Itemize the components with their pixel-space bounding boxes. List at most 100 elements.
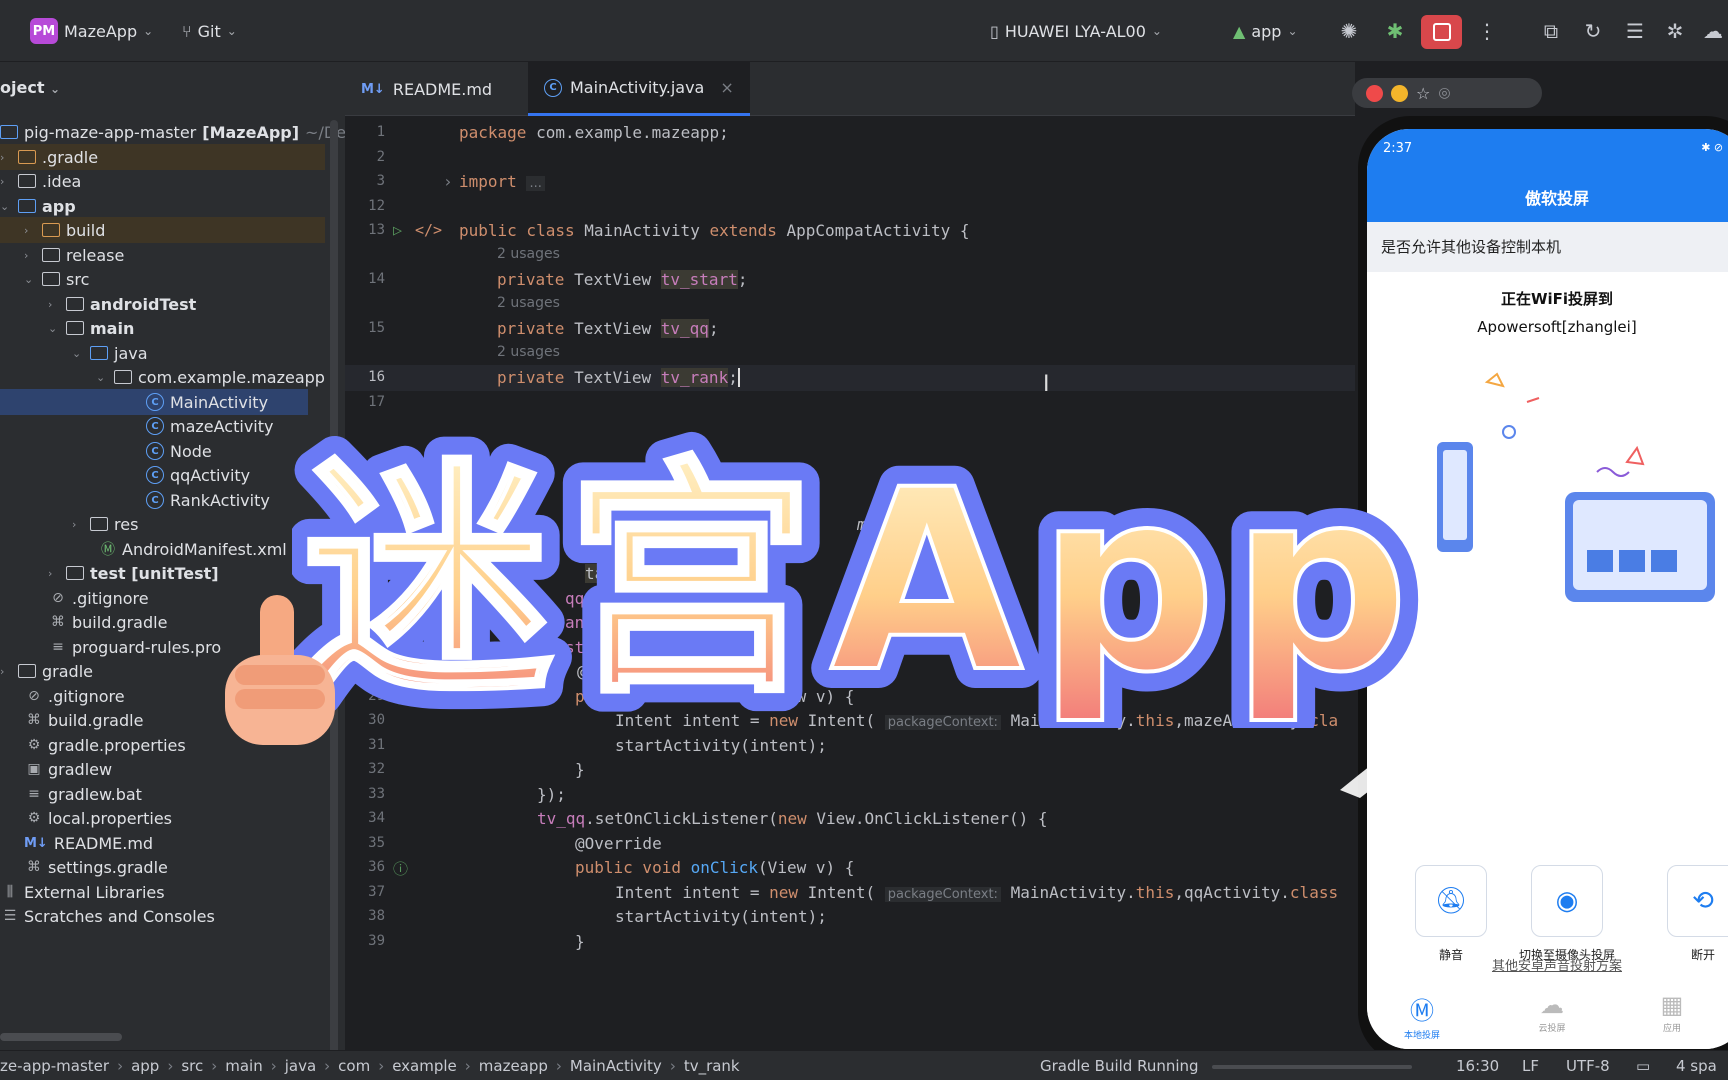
tree-item-rankactivity[interactable]: C RankActivity: [146, 487, 270, 513]
horizontal-scrollbar[interactable]: [0, 1033, 122, 1041]
tree-item-root-build-gradle[interactable]: ⌘ build.gradle: [26, 707, 143, 733]
usages-hint[interactable]: 2 usages: [345, 341, 1355, 367]
breadcrumb-item[interactable]: com: [338, 1057, 370, 1075]
close-window-icon[interactable]: [1366, 84, 1383, 102]
device-selector[interactable]: ▯ HUAWEI LYA-AL00 ⌄: [990, 16, 1162, 46]
breadcrumb-item[interactable]: tv_rank: [684, 1057, 740, 1075]
project-view-selector[interactable]: oject ⌄: [0, 78, 60, 97]
nav-apps[interactable]: ▦ 应用: [1637, 991, 1707, 1034]
tree-item-idea[interactable]: › .idea: [0, 168, 81, 194]
tree-item-readme[interactable]: M↓ README.md: [24, 830, 153, 856]
nav-cloud-cast[interactable]: ☁ 云投屏: [1517, 991, 1587, 1034]
bug-icon[interactable]: ✲: [1662, 18, 1688, 44]
vcs-menu[interactable]: ⑂ Git ⌄: [182, 16, 237, 46]
terminal-file-icon: ▣: [27, 761, 41, 777]
tree-item-main[interactable]: ⌄ main: [48, 315, 134, 341]
folder-icon: [66, 566, 84, 580]
file-encoding[interactable]: UTF-8: [1566, 1057, 1610, 1075]
tree-item-label: gradle.properties: [48, 735, 186, 755]
mute-button[interactable]: 🔕︎: [1415, 865, 1487, 937]
tree-item-build[interactable]: › build: [0, 217, 325, 243]
tree-item-scratches[interactable]: ☰ Scratches and Consoles: [2, 903, 215, 929]
breadcrumb-item[interactable]: ze-app-master: [0, 1057, 109, 1075]
disconnect-button[interactable]: ⟲: [1667, 865, 1728, 937]
tree-item-src[interactable]: ⌄ src: [24, 266, 89, 292]
run-gutter-icon[interactable]: ▷: [393, 221, 402, 239]
tree-item-manifest[interactable]: Ⓜ AndroidManifest.xml: [100, 536, 287, 562]
pin-icon[interactable]: ☆: [1416, 84, 1430, 103]
breadcrumb-item[interactable]: example: [392, 1057, 457, 1075]
phone-clock: 2:37: [1383, 141, 1413, 156]
breadcrumb-item[interactable]: MainActivity: [570, 1057, 662, 1075]
fold-chevron-icon[interactable]: ›: [443, 172, 453, 191]
indent-setting[interactable]: 4 spa: [1676, 1057, 1717, 1075]
code-text: public void onClick(View v) {: [575, 858, 855, 877]
breadcrumb-item[interactable]: java: [285, 1057, 316, 1075]
cloud-icon[interactable]: ☁: [1700, 18, 1726, 44]
stop-button[interactable]: [1421, 15, 1462, 49]
tree-item-res[interactable]: › res: [72, 511, 138, 537]
tree-item-mainactivity[interactable]: C MainActivity: [0, 389, 308, 415]
tab-readme[interactable]: M↓ README.md: [345, 62, 508, 116]
readonly-toggle-icon[interactable]: ▭: [1636, 1057, 1650, 1075]
tree-item-root-gitignore[interactable]: ⊘ .gitignore: [26, 683, 124, 709]
tab-mainactivity[interactable]: C MainActivity.java ×: [528, 62, 750, 116]
tree-item-gradlew[interactable]: ▣ gradlew: [26, 756, 112, 782]
tree-item-root[interactable]: pig-maze-app-master [MazeApp] ~/De: [0, 119, 346, 145]
tree-item-settings-gradle[interactable]: ⌘ settings.gradle: [26, 854, 168, 880]
record-icon[interactable]: ◎: [1438, 85, 1450, 101]
tree-item-app[interactable]: ⌄ app: [0, 193, 76, 219]
tree-item-app-gitignore[interactable]: ⊘ .gitignore: [50, 585, 148, 611]
chevron-down-icon: ⌄: [1151, 24, 1162, 38]
other-audio-link[interactable]: 其他安卓声音投射方案: [1367, 955, 1728, 974]
close-icon[interactable]: ×: [720, 78, 733, 97]
breadcrumb-item[interactable]: main: [225, 1057, 262, 1075]
device-manager-icon[interactable]: ⧉: [1538, 18, 1564, 44]
tree-item-external-libraries[interactable]: ⫼ External Libraries: [2, 879, 165, 905]
line-number: 32: [368, 761, 385, 777]
tree-item-mazeactivity[interactable]: C mazeActivity: [146, 413, 273, 439]
tree-item-label: pig-maze-app-master: [24, 122, 197, 142]
tree-item-androidtest[interactable]: › androidTest: [48, 291, 196, 317]
run-config-selector[interactable]: ▲ app ⌄: [1233, 16, 1298, 46]
translate-icon[interactable]: ↻: [1580, 18, 1606, 44]
tree-item-local-properties[interactable]: ⚙ local.properties: [26, 805, 172, 831]
breadcrumb-item[interactable]: app: [131, 1057, 159, 1075]
build-status[interactable]: Gradle Build Running: [1040, 1057, 1199, 1075]
tree-item-release[interactable]: › release: [24, 242, 124, 268]
camera-cast-button[interactable]: ◉: [1531, 865, 1603, 937]
tree-item-app-build-gradle[interactable]: ⌘ build.gradle: [50, 609, 167, 635]
tree-item-gradlew-bat[interactable]: ≡ gradlew.bat: [26, 781, 142, 807]
usages-hint[interactable]: 2 usages: [345, 292, 1355, 318]
code-gutter-icon[interactable]: </>: [415, 221, 442, 239]
breadcrumb-item[interactable]: mazeapp: [479, 1057, 548, 1075]
usages-hint[interactable]: 2 usages: [345, 243, 1355, 269]
project-switcher[interactable]: PM MazeApp ⌄: [30, 16, 153, 46]
line-separator[interactable]: LF: [1522, 1057, 1539, 1075]
tree-item-qqactivity[interactable]: C qqActivity: [146, 462, 250, 488]
tree-item-gradle-properties[interactable]: ⚙ gradle.properties: [26, 732, 186, 758]
code-line: 36 ⓘ public void onClick(View v) {: [345, 855, 1355, 881]
tree-item-gradle-dir[interactable]: › .gradle: [0, 144, 325, 170]
caret-position[interactable]: 16:30: [1456, 1057, 1499, 1075]
override-gutter-icon[interactable]: ⓘ: [393, 858, 408, 879]
tree-item-gradle-folder[interactable]: › gradle: [0, 658, 93, 684]
tree-item-java[interactable]: ⌄ java: [72, 340, 148, 366]
logcat-icon[interactable]: ☰: [1622, 18, 1648, 44]
nav-local-cast[interactable]: Ⓜ 本地投屏: [1387, 991, 1457, 1041]
more-icon[interactable]: ⋮: [1474, 18, 1500, 44]
code-line: 3 › import ...: [345, 169, 1355, 195]
tree-item-test[interactable]: › test [unitTest]: [48, 560, 219, 586]
branch-icon: ⑂: [182, 21, 192, 41]
breadcrumb-item[interactable]: src: [181, 1057, 203, 1075]
usages-text: 2 usages: [497, 295, 560, 311]
line-number: 2: [376, 149, 385, 165]
usages-text: 2 usages: [497, 344, 560, 360]
debug-icon[interactable]: ✱: [1382, 18, 1408, 44]
tree-item-package[interactable]: ⌄ com.example.mazeapp: [96, 364, 325, 390]
tree-item-proguard[interactable]: ≡ proguard-rules.pro: [50, 634, 221, 660]
remote-control-prompt[interactable]: 是否允许其他设备控制本机: [1367, 222, 1728, 272]
apply-changes-icon[interactable]: ✺: [1336, 18, 1362, 44]
tree-item-node[interactable]: C Node: [146, 438, 212, 464]
minimize-window-icon[interactable]: [1391, 84, 1408, 102]
